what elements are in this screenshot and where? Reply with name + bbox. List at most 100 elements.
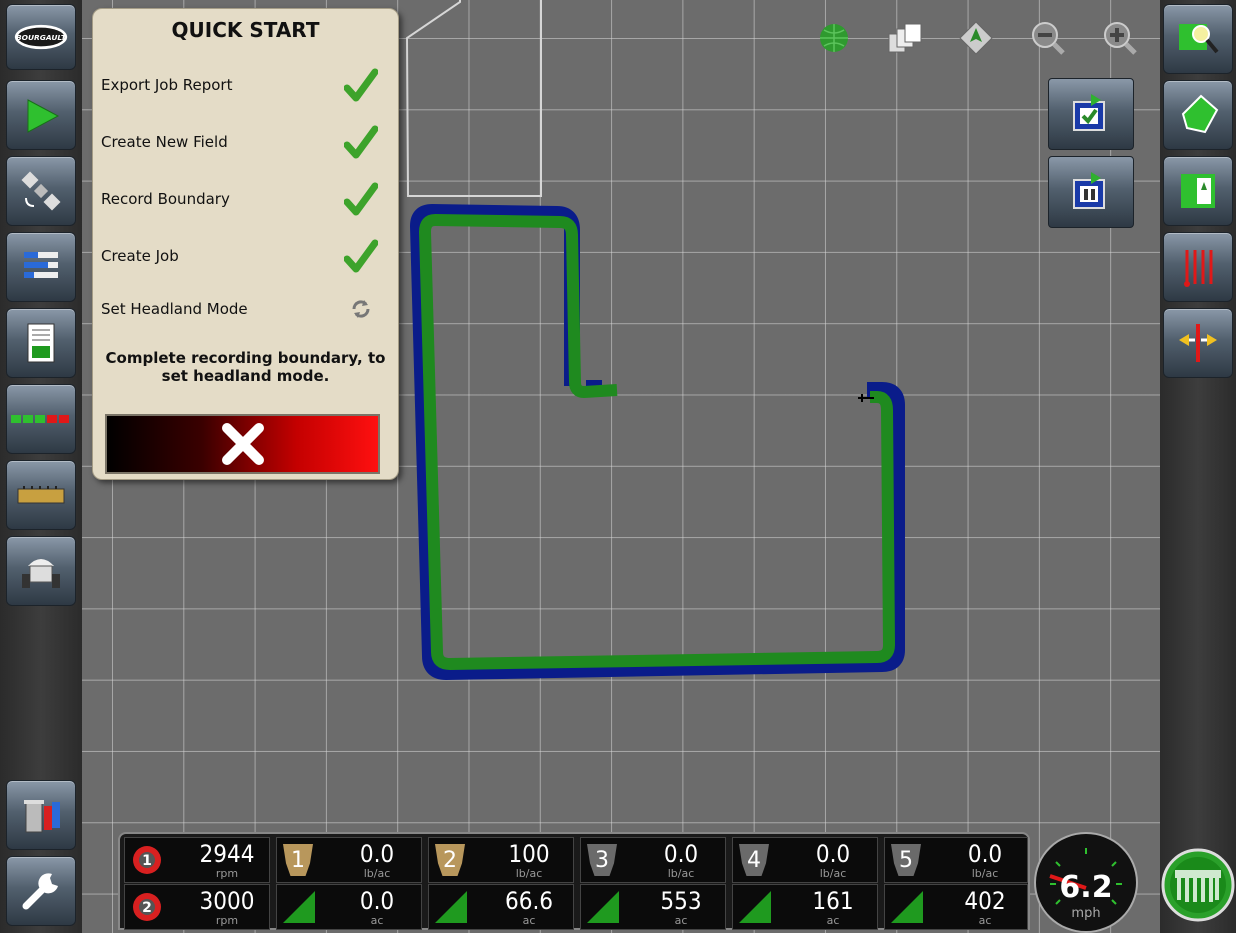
quick-start-title: QUICK START xyxy=(171,18,320,42)
quick-start-panel: QUICK START Export Job Report Create New… xyxy=(92,8,399,480)
fan-2-icon: 2 xyxy=(133,893,161,921)
implement-button[interactable] xyxy=(6,536,76,606)
product-1-rate: 0.0 xyxy=(359,840,395,868)
product-4-area: 161 xyxy=(812,887,854,915)
product-3-bin-icon: 3 xyxy=(587,844,617,876)
quick-start-item-label: Record Boundary xyxy=(101,190,230,208)
product-5-area-cell[interactable]: 402 ac xyxy=(884,884,1028,930)
quick-start-item[interactable]: Export Job Report xyxy=(101,65,391,105)
data-transfer-icon xyxy=(24,800,60,833)
headland-icon xyxy=(1181,174,1215,208)
bourgault-logo-icon: BOURGAULT xyxy=(14,24,68,50)
product-4-area-cell[interactable]: 161 ac xyxy=(732,884,878,930)
product-5-rate: 0.0 xyxy=(967,840,1003,868)
implement-master-icon xyxy=(1161,848,1235,921)
quick-start-item-label: Export Job Report xyxy=(101,76,233,94)
quick-start-message: Complete recording boundary, to set head… xyxy=(105,349,386,385)
product-3-rate-unit: lb/ac xyxy=(667,867,695,880)
layers-list-icon xyxy=(24,252,58,278)
speedometer: 6.2 mph xyxy=(1034,832,1138,933)
quick-start-item[interactable]: Record Boundary xyxy=(101,179,391,219)
headland-button[interactable] xyxy=(1163,156,1233,226)
close-quick-start-button[interactable] xyxy=(105,414,380,474)
gps-status-icon[interactable] xyxy=(814,18,854,58)
product-4-rate: 0.0 xyxy=(815,840,851,868)
quick-start-item[interactable]: Set Headland Mode xyxy=(101,289,391,329)
north-up-icon[interactable] xyxy=(956,18,996,58)
speed-unit: mph xyxy=(1071,906,1101,921)
right-sidebar xyxy=(1160,0,1236,933)
product-4-bin-icon: 4 xyxy=(739,844,769,876)
settings-button[interactable] xyxy=(6,856,76,926)
fan-1-rpm: 2944 xyxy=(199,840,255,868)
fan-1-cell[interactable]: 1 2944 rpm xyxy=(124,837,270,883)
product-bins-button[interactable] xyxy=(6,460,76,530)
product-3-rate-cell[interactable]: 3 0.0 lb/ac xyxy=(580,837,726,883)
fan-2-rpm: 3000 xyxy=(199,887,255,915)
product-1-rate-unit: lb/ac xyxy=(363,867,391,880)
bourgault-logo-button[interactable]: BOURGAULT xyxy=(6,4,76,70)
bottom-status-bar: 1 2944 rpm 2 3000 rpm 1 0.0 lb/ac 0.0 ac… xyxy=(118,832,1030,930)
layers-list-button[interactable] xyxy=(6,232,76,302)
product-2-rate: 100 xyxy=(508,840,550,868)
pending-refresh-icon xyxy=(339,289,383,329)
product-2-bin-icon: 2 xyxy=(435,844,465,876)
product-1-bin-icon: 1 xyxy=(283,844,313,876)
guidance-arrow-icon xyxy=(27,99,60,133)
product-4-area-unit: ac xyxy=(826,914,840,927)
field-boundary-button[interactable] xyxy=(1163,80,1233,150)
coverage-path xyxy=(419,214,895,670)
product-5-bin-icon: 5 xyxy=(891,844,921,876)
fan-1-unit: rpm xyxy=(215,867,239,880)
product-1-rate-cell[interactable]: 1 0.0 lb/ac xyxy=(276,837,422,883)
record-check-icon xyxy=(1073,94,1105,131)
product-1-area-cell[interactable]: 0.0 ac xyxy=(276,884,422,930)
product-5-rate-unit: lb/ac xyxy=(971,867,999,880)
pause-recording-button[interactable] xyxy=(1048,156,1134,228)
product-2-area-unit: ac xyxy=(522,914,536,927)
guidance-lines-button[interactable] xyxy=(1163,232,1233,302)
product-3-area-unit: ac xyxy=(674,914,688,927)
applied-area-icon xyxy=(435,891,467,923)
zoom-in-icon[interactable] xyxy=(1100,18,1140,58)
check-icon xyxy=(339,122,383,162)
check-icon xyxy=(339,236,383,276)
guidance-button[interactable] xyxy=(6,80,76,150)
fan-2-cell[interactable]: 2 3000 rpm xyxy=(124,884,270,930)
product-2-rate-cell[interactable]: 2 100 lb/ac xyxy=(428,837,574,883)
product-2-area-cell[interactable]: 66.6 ac xyxy=(428,884,574,930)
left-sidebar: BOURGAULT xyxy=(0,0,82,933)
record-boundary-button[interactable] xyxy=(1048,78,1134,150)
speed-value: 6.2 xyxy=(1059,870,1113,905)
check-icon xyxy=(339,179,383,219)
quick-start-item-label: Create Job xyxy=(101,247,179,265)
product-3-rate: 0.0 xyxy=(663,840,699,868)
field-map-search-icon xyxy=(1179,24,1219,54)
implement-icon xyxy=(22,559,60,588)
section-status-icon xyxy=(11,415,69,423)
zoom-out-icon[interactable] xyxy=(1028,18,1068,58)
product-4-rate-cell[interactable]: 4 0.0 lb/ac xyxy=(732,837,878,883)
svg-text:2: 2 xyxy=(142,900,152,916)
quick-start-item[interactable]: Create Job xyxy=(101,236,391,276)
gps-satellite-icon xyxy=(21,171,61,211)
record-pause-icon xyxy=(1073,172,1105,209)
shift-line-button[interactable] xyxy=(1163,308,1233,378)
product-3-area-cell[interactable]: 553 ac xyxy=(580,884,726,930)
report-icon xyxy=(27,323,55,363)
product-2-area: 66.6 xyxy=(504,887,554,915)
master-section-button[interactable] xyxy=(1160,836,1236,933)
check-icon xyxy=(339,65,383,105)
data-transfer-button[interactable] xyxy=(6,780,76,850)
report-button[interactable] xyxy=(6,308,76,378)
applied-area-icon xyxy=(587,891,619,923)
product-5-rate-cell[interactable]: 5 0.0 lb/ac xyxy=(884,837,1028,883)
product-5-area: 402 xyxy=(964,887,1006,915)
field-search-button[interactable] xyxy=(1163,4,1233,74)
gps-button[interactable] xyxy=(6,156,76,226)
quick-start-item[interactable]: Create New Field xyxy=(101,122,391,162)
layers-icon[interactable] xyxy=(885,18,925,58)
fan-2-unit: rpm xyxy=(215,914,239,927)
quick-start-item-label: Create New Field xyxy=(101,133,228,151)
section-status-button[interactable] xyxy=(6,384,76,454)
